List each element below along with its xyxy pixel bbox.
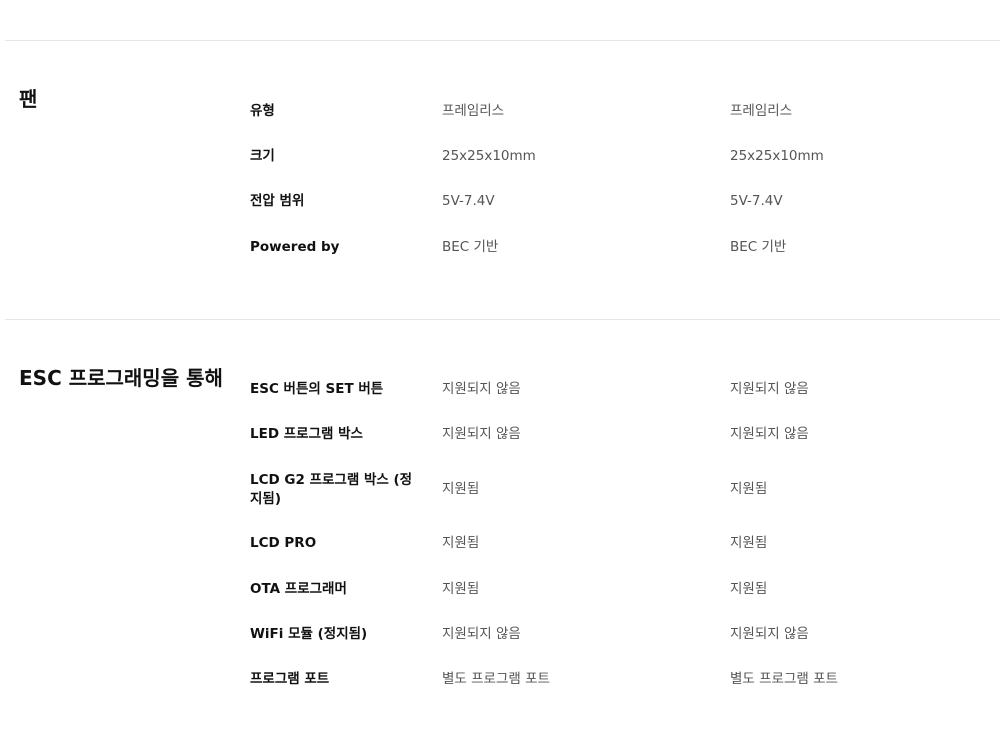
spec-value-model-1: 지원되지 않음	[442, 626, 521, 642]
spec-value-model-1: 지원되지 않음	[442, 381, 521, 397]
spec-value-model-2: 5V-7.4V	[730, 193, 783, 209]
spec-value-model-2: 프레임리스	[730, 103, 793, 119]
spec-value-model-2: BEC 기반	[730, 239, 787, 255]
spec-value-model-2: 지원되지 않음	[730, 381, 809, 397]
spec-value-model-1: BEC 기반	[442, 239, 499, 255]
spec-comparison-page: 팬 유형 프레임리스 프레임리스 크기 25x25x10mm 25x25x10m…	[0, 0, 1000, 746]
spec-label: Powered by	[250, 239, 340, 255]
section-title-esc-programming: ESC 프로그래밍을 통해	[19, 366, 223, 390]
spec-value-model-2: 지원되지 않음	[730, 426, 809, 442]
spec-value-model-2: 별도 프로그램 포트	[730, 671, 838, 687]
spec-label: 전압 범위	[250, 193, 305, 209]
spec-label: 크기	[250, 148, 275, 164]
spec-value-model-2: 지원됨	[730, 481, 768, 497]
spec-value-model-1: 지원되지 않음	[442, 426, 521, 442]
spec-value-model-1: 25x25x10mm	[442, 148, 536, 164]
spec-label: LCD PRO	[250, 535, 317, 551]
spec-value-model-2: 지원됨	[730, 535, 768, 551]
section-divider	[5, 319, 1000, 320]
spec-value-model-2: 25x25x10mm	[730, 148, 824, 164]
spec-value-model-1: 5V-7.4V	[442, 193, 495, 209]
spec-label: 유형	[250, 103, 275, 119]
spec-value-model-1: 별도 프로그램 포트	[442, 671, 550, 687]
spec-value-model-1: 프레임리스	[442, 103, 505, 119]
spec-label: 프로그램 포트	[250, 671, 330, 687]
spec-value-model-2: 지원됨	[730, 581, 768, 597]
spec-label: LED 프로그램 박스	[250, 426, 363, 442]
spec-label: OTA 프로그래머	[250, 581, 347, 597]
spec-value-model-1: 지원됨	[442, 535, 480, 551]
spec-value-model-2: 지원되지 않음	[730, 626, 809, 642]
spec-value-model-1: 지원됨	[442, 481, 480, 497]
spec-label: ESC 버튼의 SET 버튼	[250, 381, 384, 397]
spec-value-model-1: 지원됨	[442, 581, 480, 597]
spec-label: WiFi 모듈 (정지됨)	[250, 626, 368, 642]
section-divider	[5, 40, 1000, 41]
spec-label: LCD G2 프로그램 박스 (정지됨)	[250, 472, 413, 507]
section-title-fan: 팬	[19, 87, 38, 111]
